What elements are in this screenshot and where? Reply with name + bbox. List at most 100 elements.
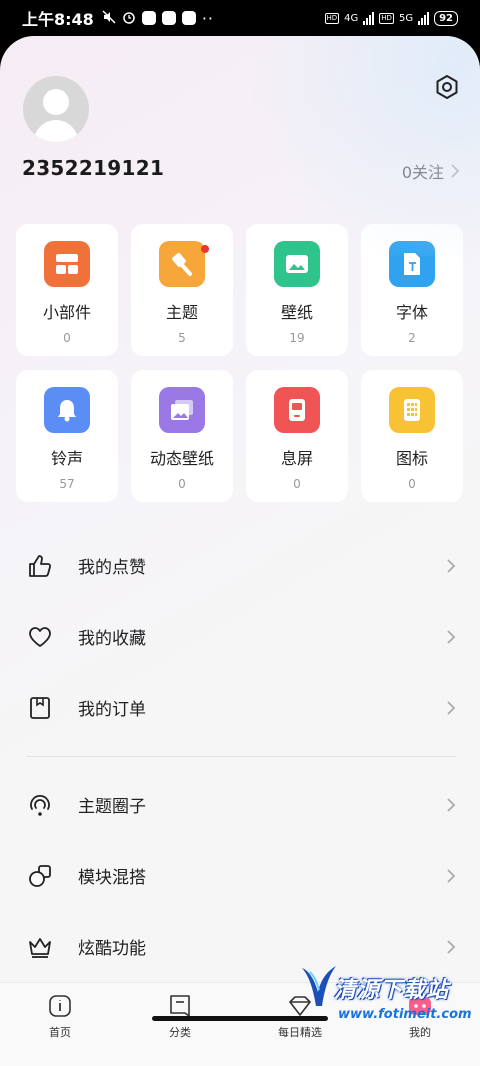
signal-icon	[363, 11, 375, 25]
aod-icon	[289, 399, 305, 421]
home-icon	[49, 995, 71, 1017]
widget-icon	[56, 254, 78, 274]
tile-count: 19	[289, 331, 305, 345]
tile-aod[interactable]: 息屏 0	[246, 370, 348, 502]
tile-icons-icon-bg	[389, 387, 435, 433]
heart-icon	[26, 623, 54, 651]
tile-label: 动态壁纸	[149, 449, 214, 468]
thumb-up-icon	[26, 552, 54, 580]
circle-icon	[26, 791, 54, 819]
menu-item-orders[interactable]: 我的订单	[0, 672, 480, 743]
status-icons: ··	[102, 9, 214, 28]
resource-grid: 小部件 0 主题 5 壁纸 19 字体 2 铃声 57 动态壁纸 0 息屏 0 …	[16, 224, 464, 502]
nav-label: 首页	[49, 1026, 71, 1039]
chevron-right-icon	[447, 700, 456, 715]
tile-label: 主题	[165, 303, 198, 322]
module-icon	[26, 862, 54, 890]
avatar[interactable]	[23, 76, 89, 142]
status-bar: 上午8:48 ·· HD 4G HD 5G 92	[0, 0, 480, 36]
status-time: 上午8:48	[22, 10, 94, 29]
tile-count: 57	[59, 477, 75, 491]
status-right: HD 4G HD 5G 92	[324, 10, 458, 26]
menu-item-theme-circle[interactable]: 主题圈子	[0, 769, 480, 840]
tile-label: 小部件	[42, 303, 91, 322]
follow-link[interactable]: 0关注	[402, 159, 460, 183]
settings-hexagon-icon	[436, 75, 458, 99]
menu-label: 主题圈子	[78, 797, 146, 817]
tile-label: 图标	[395, 449, 428, 468]
tile-count: 2	[408, 331, 416, 345]
live-wallpaper-icon	[171, 400, 193, 420]
menu-group-features: 主题圈子 模块混搭 炫酷功能	[0, 769, 480, 982]
tile-count: 0	[293, 477, 301, 491]
chevron-right-icon	[447, 939, 456, 954]
crown-icon	[26, 933, 54, 961]
profile-screen: 2352219121 0关注 小部件 0 主题 5 壁纸 19 字体 2 铃声 …	[0, 36, 480, 1066]
menu-item-likes[interactable]: 我的点赞	[0, 530, 480, 601]
order-icon	[26, 694, 54, 722]
net-type-2: 5G	[398, 12, 414, 24]
tile-widget[interactable]: 小部件 0	[16, 224, 118, 356]
chevron-right-icon	[447, 558, 456, 573]
tile-label: 字体	[395, 303, 428, 322]
net-type-1: 4G	[344, 12, 359, 24]
tile-ringtone[interactable]: 铃声 57	[16, 370, 118, 502]
hd-icon-2: HD	[379, 12, 394, 24]
tile-count: 5	[178, 331, 186, 345]
app-notification-icon	[141, 11, 156, 25]
menu-label: 我的点赞	[78, 558, 146, 578]
tile-icons[interactable]: 图标 0	[361, 370, 463, 502]
watermark-title: 清源下载站	[334, 978, 450, 1003]
menu-label: 炫酷功能	[78, 939, 146, 959]
menu-group-personal: 我的点赞 我的收藏 我的订单	[0, 530, 480, 743]
more-notifications-icon: ··	[201, 8, 214, 28]
tile-font-icon-bg	[389, 241, 435, 287]
tile-live-wallpaper[interactable]: 动态壁纸 0	[131, 370, 233, 502]
hd-icon: HD	[324, 12, 340, 24]
battery-icon: 92	[434, 10, 458, 26]
tile-wallpaper-icon-bg	[274, 241, 320, 287]
new-badge	[201, 245, 209, 253]
bell-icon	[58, 400, 76, 422]
tile-font[interactable]: 字体 2	[361, 224, 463, 356]
nav-label: 分类	[169, 1026, 191, 1039]
signal-icon-2	[418, 11, 430, 25]
default-avatar-icon	[33, 89, 79, 142]
chevron-right-icon	[447, 868, 456, 883]
chevron-right-icon	[447, 629, 456, 644]
nav-category[interactable]: 分类	[120, 983, 240, 1066]
menu-label: 我的订单	[78, 700, 146, 720]
chevron-right-icon	[447, 797, 456, 812]
tile-widget-icon-bg	[44, 241, 90, 287]
username: 2352219121	[22, 156, 165, 180]
chevron-right-icon	[451, 164, 460, 178]
image-icon	[286, 255, 308, 273]
tile-live-wallpaper-icon-bg	[159, 387, 205, 433]
nav-home[interactable]: 首页	[0, 983, 120, 1066]
follow-count: 0关注	[401, 163, 444, 182]
menu-label: 我的收藏	[78, 629, 146, 649]
settings-button[interactable]	[434, 74, 460, 100]
app-notification-icon-2	[181, 11, 196, 25]
brush-icon	[172, 253, 192, 276]
alarm-icon	[122, 9, 136, 28]
icons-grid-icon	[404, 399, 420, 421]
tile-count: 0	[178, 477, 186, 491]
tile-count: 0	[63, 331, 71, 345]
menu-item-favorites[interactable]: 我的收藏	[0, 601, 480, 672]
menu-item-module-mix[interactable]: 模块混搭	[0, 840, 480, 911]
video-app-icon	[161, 11, 176, 25]
tile-theme-icon-bg	[159, 241, 209, 287]
tile-label: 铃声	[50, 449, 83, 468]
tile-label: 息屏	[280, 449, 313, 468]
tile-count: 0	[408, 477, 416, 491]
tile-aod-icon-bg	[274, 387, 320, 433]
menu-divider	[26, 756, 456, 757]
watermark-url: www.fotimeit.com	[338, 1007, 472, 1022]
tile-ringtone-icon-bg	[44, 387, 90, 433]
home-indicator[interactable]	[152, 1016, 328, 1021]
font-icon	[404, 253, 420, 275]
menu-label: 模块混搭	[78, 868, 146, 888]
tile-wallpaper[interactable]: 壁纸 19	[246, 224, 348, 356]
tile-theme[interactable]: 主题 5	[131, 224, 233, 356]
